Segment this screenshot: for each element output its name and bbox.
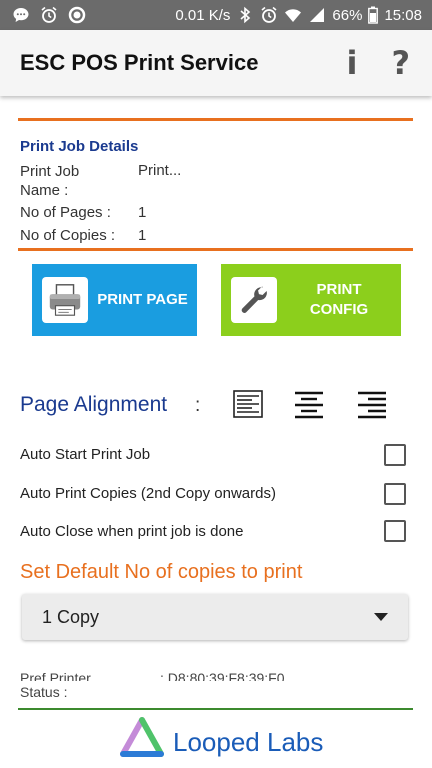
- option-auto-copies-label: Auto Print Copies (2nd Copy onwards): [20, 485, 276, 502]
- job-name-label: Print Job Name :: [20, 163, 80, 199]
- print-page-label: PRINT PAGE: [97, 291, 188, 308]
- align-right-icon: [358, 391, 386, 419]
- option-auto-start-label: Auto Start Print Job: [20, 446, 151, 463]
- wifi-icon: [284, 6, 302, 24]
- print-config-button[interactable]: PRINT CONFIG: [221, 264, 401, 336]
- print-config-label: PRINT CONFIG: [277, 280, 401, 320]
- copies-label: No of Copies :: [20, 227, 116, 244]
- copies-select[interactable]: 1 Copy: [22, 594, 408, 640]
- battery-icon: [368, 6, 379, 24]
- info-icon[interactable]: i: [346, 47, 357, 79]
- section-title-job-details: Print Job Details: [20, 138, 139, 155]
- align-center-button[interactable]: [293, 388, 325, 420]
- divider-top: [18, 118, 413, 121]
- status-label: Status :: [20, 684, 68, 700]
- page-alignment-label: Page Alignment: [20, 393, 168, 416]
- align-left-button[interactable]: [232, 388, 264, 420]
- copies-select-value: 1 Copy: [42, 606, 100, 627]
- battery-percent: 66%: [332, 6, 363, 24]
- pages-value: 1: [138, 204, 147, 221]
- pages-label: No of Pages :: [20, 204, 111, 221]
- alarm-icon: [260, 6, 278, 24]
- divider-green: [18, 708, 413, 710]
- pref-printer-value: : D8:80:39:F8:39:F0: [160, 670, 285, 681]
- app-bar: ESC POS Print Service i ?: [0, 30, 432, 96]
- clock: 15:08: [384, 6, 422, 24]
- align-center-icon: [295, 391, 323, 419]
- print-config-label-line2: CONFIG: [309, 301, 369, 318]
- app-title: ESC POS Print Service: [20, 50, 259, 75]
- printer-icon: [42, 277, 88, 323]
- signal-icon: [308, 6, 326, 24]
- align-right-button[interactable]: [356, 388, 388, 420]
- circle-record-icon: [68, 6, 86, 24]
- auto-copies-checkbox[interactable]: [384, 483, 406, 505]
- copies-value: 1: [138, 227, 147, 244]
- print-page-button[interactable]: PRINT PAGE: [32, 264, 197, 336]
- page-alignment-colon: :: [195, 395, 201, 416]
- pref-printer-label: Pref Printer: [20, 670, 91, 681]
- default-copies-title: Set Default No of copies to print: [20, 561, 303, 583]
- alarm-icon: [40, 6, 58, 24]
- option-auto-close-label: Auto Close when print job is done: [20, 523, 244, 540]
- brand-logo: Looped Labs: [117, 716, 323, 760]
- align-left-icon: [233, 390, 263, 418]
- divider-bottom: [18, 248, 413, 251]
- dropdown-arrow-icon: [374, 613, 388, 621]
- triangle-logo-icon: [120, 717, 164, 757]
- job-name-value: Print...: [138, 162, 182, 179]
- auto-close-checkbox[interactable]: [384, 520, 406, 542]
- pref-printer-row: Pref Printer : D8:80:39:F8:39:F0: [20, 668, 420, 681]
- bluetooth-icon: [236, 6, 254, 24]
- wrench-icon: [231, 277, 277, 323]
- print-config-label-line1: PRINT: [316, 281, 362, 298]
- chat-bubble-icon: [12, 6, 30, 24]
- help-icon[interactable]: ?: [391, 47, 410, 79]
- network-speed: 0.01 K/s: [175, 6, 231, 24]
- brand-name: Looped Labs: [173, 726, 324, 757]
- status-bar: 0.01 K/s 66% 15:08: [0, 0, 432, 30]
- auto-start-checkbox[interactable]: [384, 444, 406, 466]
